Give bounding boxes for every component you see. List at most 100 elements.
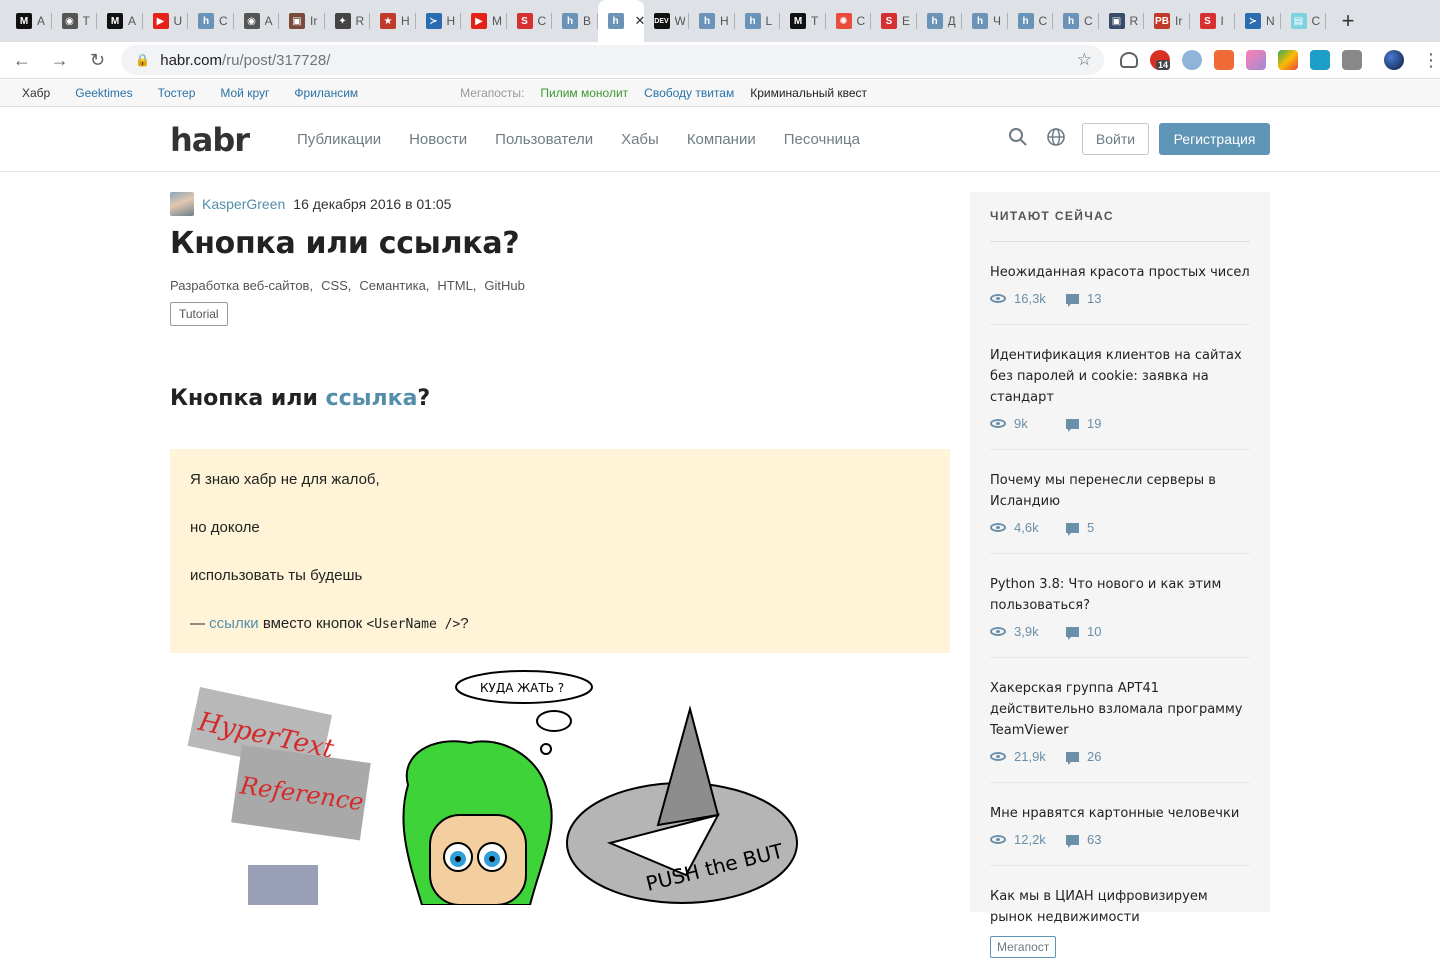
browser-tab[interactable]: ◉ T [52,0,98,42]
service-link-geektimes[interactable]: Geektimes [75,86,132,100]
browser-tab[interactable]: DEV W [644,0,690,42]
browser-tab[interactable]: MT [780,0,826,42]
sidebar-post-title[interactable]: Идентификация клиентов на сайтах без пар… [990,345,1250,408]
service-link-toster[interactable]: Тостер [158,86,196,100]
browser-tab[interactable]: hB [552,0,598,42]
forward-icon[interactable]: → [44,50,76,71]
sidebar-post-title[interactable]: Мне нравятся картонные человечки [990,803,1250,824]
browser-tab[interactable]: hД [917,0,963,42]
globe-icon[interactable] [1046,127,1066,147]
new-tab-button[interactable]: + [1330,8,1366,34]
sidebar-post-item[interactable]: Хакерская группа APT41 действительно взл… [990,658,1250,783]
gray-extension-icon[interactable] [1342,50,1363,70]
nav-news[interactable]: Новости [409,131,467,148]
address-bar[interactable]: 🔒 habr.com/ru/post/317728/ ☆ [121,45,1105,75]
extension-circle-icon[interactable] [1182,50,1203,70]
hub-link[interactable]: HTML, [437,278,476,293]
browser-tab[interactable]: ▣ Ir [279,0,325,42]
browser-tab[interactable]: ▶ M [461,0,507,42]
browser-tab-active[interactable]: hKi✕ [597,0,645,42]
sidebar-post-item[interactable]: Python 3.8: Что нового и как этим пользо… [990,554,1250,658]
sidebar-post-stats: 3,9k 10 [990,624,1250,640]
browser-tab[interactable]: ≻ H [416,0,462,42]
hub-link[interactable]: GitHub [484,278,524,293]
browser-tab[interactable]: ▶ U [143,0,189,42]
comments-stat[interactable]: 5 [1066,520,1094,536]
browser-tab[interactable]: SE [871,0,917,42]
browser-tab[interactable]: hЧ [962,0,1008,42]
megapost-link-2[interactable]: Свободу твитам [644,86,734,100]
author-avatar[interactable] [170,192,194,216]
tab-title: U [173,14,183,28]
sidebar-post-title[interactable]: Почему мы перенесли серверы в Исландию [990,470,1250,512]
browser-tab[interactable]: ≻ N [1235,0,1281,42]
profile-avatar[interactable] [1384,50,1405,70]
nav-companies[interactable]: Компании [687,131,756,148]
comments-stat[interactable]: 10 [1066,624,1101,640]
sidebar-post-title[interactable]: Хакерская группа APT41 действительно взл… [990,678,1250,741]
service-link-freelansim[interactable]: Фрилансим [294,86,358,100]
hub-link[interactable]: Семантика, [359,278,429,293]
gradient-extension-icon[interactable] [1246,50,1267,70]
sidebar-post-item[interactable]: Неожиданная красота простых чисел 16,3k 13 [990,242,1250,325]
browser-tab[interactable]: hH [689,0,735,42]
sidebar-post-title[interactable]: Неожиданная красота простых чисел [990,262,1250,283]
browser-tab[interactable]: SC [507,0,553,42]
browser-tab[interactable]: MA [6,0,52,42]
service-link-habr[interactable]: Хабр [22,86,50,100]
extension-badge-icon[interactable]: 14 [1150,50,1171,70]
comments-stat[interactable]: 19 [1066,416,1101,432]
comments-stat[interactable]: 26 [1066,749,1101,765]
nav-sandbox[interactable]: Песочница [784,131,860,148]
browser-tab[interactable]: hC [1008,0,1054,42]
browser-tab[interactable]: ✺ C [826,0,872,42]
tab-favicon-icon: M [790,13,806,29]
article: KasperGreen 16 декабря 2016 в 01:05 Кноп… [170,192,950,906]
sidebar-post-item[interactable]: Мне нравятся картонные человечки 12,2k 63 [990,783,1250,866]
login-button[interactable]: Войти [1082,123,1149,155]
register-button[interactable]: Регистрация [1159,123,1270,155]
reload-icon[interactable]: ↻ [82,50,114,71]
percent-extension-icon[interactable] [1214,50,1235,70]
section-heading-link[interactable]: ссылка [326,386,418,411]
nav-hubs[interactable]: Хабы [621,131,659,148]
browser-tab[interactable]: hC [1053,0,1099,42]
nav-publications[interactable]: Публикации [297,131,381,148]
sidebar-post-item[interactable]: Идентификация клиентов на сайтах без пар… [990,325,1250,450]
back-icon[interactable]: ← [6,50,38,71]
browser-tab[interactable]: ◉ A [234,0,280,42]
browser-tab[interactable]: MA [97,0,143,42]
bookmark-star-icon[interactable]: ☆ [1077,50,1092,70]
pocket-icon[interactable] [1120,52,1139,68]
service-link-moikrug[interactable]: Мой круг [220,86,269,100]
tab-favicon-icon: h [744,13,761,29]
browser-tab[interactable]: hL [735,0,781,42]
megapost-link-3[interactable]: Криминальный квест [750,86,867,100]
tab-title: H [401,14,410,28]
hub-link[interactable]: Разработка веб-сайтов, [170,278,313,293]
sidebar-post-title[interactable]: Python 3.8: Что нового и как этим пользо… [990,574,1250,616]
browser-tab[interactable]: ▣ R [1099,0,1145,42]
browser-tab[interactable]: hC [188,0,234,42]
search-icon[interactable] [1008,127,1028,147]
comments-stat[interactable]: 13 [1066,291,1101,307]
nav-users[interactable]: Пользователи [495,131,593,148]
sidebar-post-item[interactable]: Как мы в ЦИАН цифровизируем рынок недвиж… [990,866,1250,976]
check-extension-icon[interactable] [1310,50,1331,70]
browser-tab[interactable]: ▤ C [1281,0,1327,42]
sidebar-post-title[interactable]: Как мы в ЦИАН цифровизируем рынок недвиж… [990,886,1250,928]
quote-link[interactable]: ссылки [209,615,258,632]
browser-tab[interactable]: ★ H [370,0,416,42]
comments-stat[interactable]: 63 [1066,832,1101,848]
author-link[interactable]: KasperGreen [202,196,285,212]
color-extension-icon[interactable] [1278,50,1299,70]
browser-tab[interactable]: SI [1190,0,1236,42]
tab-title: A [264,14,273,28]
browser-menu-icon[interactable]: ⋮ [1422,50,1440,70]
habr-logo[interactable]: habr [170,121,250,159]
browser-tab[interactable]: ✦ R [325,0,371,42]
megapost-link-1[interactable]: Пилим монолит [540,86,628,100]
browser-tab[interactable]: PB Ir [1144,0,1190,42]
hub-link[interactable]: CSS, [321,278,351,293]
sidebar-post-item[interactable]: Почему мы перенесли серверы в Исландию 4,… [990,450,1250,554]
